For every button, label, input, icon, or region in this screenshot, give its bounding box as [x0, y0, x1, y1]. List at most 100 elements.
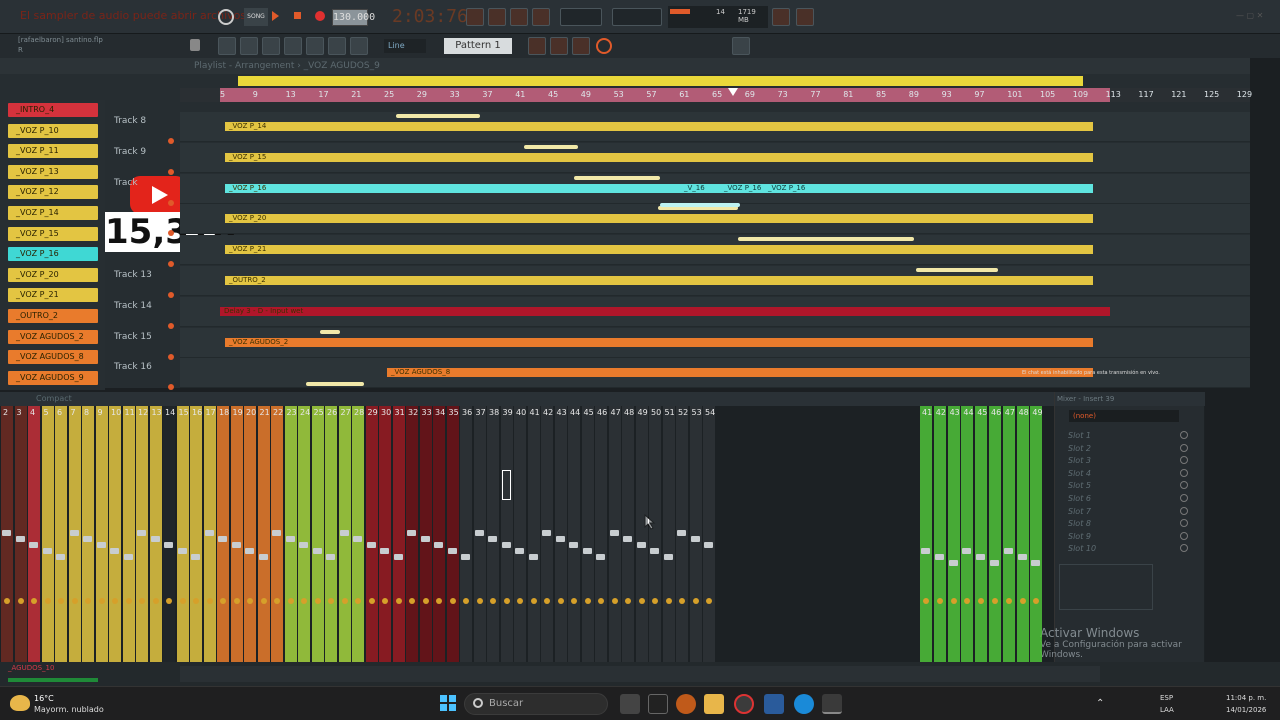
volume-fader[interactable]: [191, 554, 200, 560]
file-explorer-icon[interactable]: [704, 694, 724, 714]
insert-slot[interactable]: Slot 7: [1068, 507, 1091, 516]
pan-knob[interactable]: [611, 598, 618, 604]
volume-fader[interactable]: [515, 548, 524, 554]
insert-slot[interactable]: Slot 10: [1068, 544, 1096, 553]
lang-sub[interactable]: LAA: [1160, 706, 1174, 714]
mixer-strip[interactable]: [257, 406, 270, 662]
pan-knob[interactable]: [652, 598, 658, 604]
volume-fader[interactable]: [962, 548, 972, 554]
volume-fader[interactable]: [596, 554, 605, 560]
clip-header[interactable]: _VOZ AGUDOS_8: [387, 368, 1093, 378]
volume-fader[interactable]: [353, 536, 362, 542]
pan-knob[interactable]: [517, 598, 523, 604]
pan-knob[interactable]: [530, 598, 537, 604]
pan-knob[interactable]: [557, 598, 564, 604]
pan-knob[interactable]: [139, 598, 145, 604]
play-icon[interactable]: [272, 11, 279, 21]
mixer-strip[interactable]: [311, 406, 324, 662]
clip-header[interactable]: _OUTRO_2: [225, 276, 1093, 285]
pattern-item[interactable]: _VOZ P_21: [8, 288, 98, 303]
weather-icon[interactable]: [10, 695, 30, 711]
pan-knob[interactable]: [638, 598, 645, 604]
mixer-strip[interactable]: [595, 406, 607, 662]
volume-fader[interactable]: [272, 530, 281, 536]
window-controls[interactable]: — ▢ ✕: [1236, 11, 1274, 21]
volume-fader[interactable]: [1003, 548, 1013, 554]
mixer-strip[interactable]: [554, 406, 567, 662]
insert-slot[interactable]: Slot 9: [1068, 532, 1091, 541]
volume-fader[interactable]: [29, 542, 38, 548]
toolbar-btn-6[interactable]: [796, 8, 814, 26]
pattern-item[interactable]: _VOZ P_14: [8, 206, 98, 220]
pan-knob[interactable]: [1019, 598, 1026, 604]
lang-code[interactable]: ESP: [1160, 694, 1173, 702]
pan-knob[interactable]: [950, 598, 957, 604]
clip-header[interactable]: Delay 3 - D - Input wet: [220, 306, 1110, 316]
fl-studio-icon[interactable]: [822, 694, 842, 714]
mixer-strip[interactable]: [230, 406, 243, 662]
pan-knob[interactable]: [679, 598, 685, 604]
volume-fader[interactable]: [258, 554, 268, 560]
volume-fader[interactable]: [393, 554, 403, 560]
slot-toggle-icon[interactable]: [1180, 531, 1188, 540]
track-mute-icon[interactable]: [168, 384, 174, 391]
slot-toggle-icon[interactable]: [1180, 468, 1188, 477]
pan-knob[interactable]: [179, 598, 186, 604]
toolbar-btn-1[interactable]: [466, 8, 484, 26]
tool-btn-9[interactable]: [550, 37, 568, 55]
tool-btn-6[interactable]: [328, 37, 346, 55]
tool-btn-4[interactable]: [284, 37, 302, 55]
mixer-strip[interactable]: [622, 406, 634, 662]
volume-fader[interactable]: [420, 536, 430, 542]
volume-fader[interactable]: [934, 554, 944, 560]
insert-slot[interactable]: Slot 6: [1068, 494, 1091, 503]
insert-slot[interactable]: Slot 3: [1068, 456, 1091, 465]
pattern-item[interactable]: _OUTRO_2: [8, 309, 98, 323]
volume-fader[interactable]: [650, 548, 659, 554]
volume-fader[interactable]: [42, 548, 52, 554]
mixer-strip[interactable]: [392, 406, 405, 662]
mixer-strip[interactable]: [662, 406, 675, 662]
mixer-strip[interactable]: [460, 406, 472, 662]
volume-fader[interactable]: [488, 536, 497, 542]
slot-toggle-icon[interactable]: [1180, 443, 1188, 452]
pan-knob[interactable]: [463, 598, 469, 604]
volume-fader[interactable]: [447, 548, 457, 554]
pan-knob[interactable]: [71, 598, 78, 604]
mixer-strip[interactable]: [961, 406, 974, 662]
volume-fader[interactable]: [339, 530, 349, 536]
volume-fader[interactable]: [218, 536, 227, 542]
pan-knob[interactable]: [44, 598, 51, 604]
pattern-item[interactable]: _VOZ P_20: [8, 267, 98, 282]
track-mute-icon[interactable]: [168, 199, 174, 206]
pattern-selector[interactable]: Pattern 1: [444, 38, 512, 54]
song-mode-toggle[interactable]: SONG: [244, 8, 268, 26]
mixer-strip[interactable]: [1016, 406, 1029, 662]
pattern-item[interactable]: _VOZ P_11: [8, 144, 98, 159]
volume-fader[interactable]: [231, 542, 241, 548]
pan-knob[interactable]: [355, 598, 361, 604]
pan-knob[interactable]: [923, 598, 929, 604]
volume-fader[interactable]: [123, 554, 133, 560]
insert-slot[interactable]: Slot 8: [1068, 519, 1091, 528]
mixer-strip[interactable]: [1030, 406, 1043, 662]
volume-fader[interactable]: [990, 560, 999, 566]
mixer-strip[interactable]: [487, 406, 499, 662]
mixer-strip[interactable]: [95, 406, 108, 662]
mixer-strip[interactable]: [581, 406, 594, 662]
pan-knob[interactable]: [449, 598, 456, 604]
mixer-strip[interactable]: [379, 406, 391, 662]
mixer-strip[interactable]: [82, 406, 94, 662]
pan-knob[interactable]: [692, 598, 699, 604]
task-view-icon[interactable]: [620, 694, 640, 714]
terminal-icon[interactable]: [648, 694, 668, 714]
preset-select[interactable]: (none): [1069, 410, 1179, 422]
toolbar-btn-4[interactable]: [532, 8, 550, 26]
volume-fader[interactable]: [461, 554, 470, 560]
volume-fader[interactable]: [96, 542, 106, 548]
pan-knob[interactable]: [571, 598, 577, 604]
insert-faders[interactable]: [1159, 564, 1199, 610]
volume-fader[interactable]: [1017, 554, 1027, 560]
pan-knob[interactable]: [85, 598, 91, 604]
tempo-display[interactable]: 130.000: [332, 9, 375, 26]
